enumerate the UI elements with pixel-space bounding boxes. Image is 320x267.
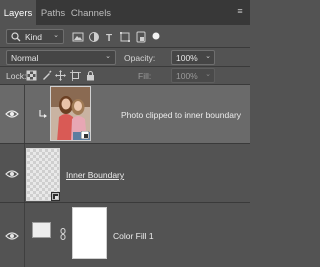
layer-mask-thumbnail[interactable] [72,207,107,259]
tab-layers[interactable]: Layers [0,0,36,25]
visibility-eye-icon[interactable] [5,231,19,241]
svg-text:T: T [106,33,112,43]
divider [0,66,250,67]
opacity-label: Opacity: [124,53,156,63]
layer-name[interactable]: Photo clipped to inner boundary [121,110,241,120]
layer-name[interactable]: Inner Boundary [66,170,124,180]
lock-image-pixels-icon[interactable] [41,70,52,81]
visibility-divider [24,144,25,203]
blend-mode-dropdown[interactable]: Normal ⌄ [6,50,116,65]
layer-row[interactable]: Photo clipped to inner boundary [0,85,250,144]
visibility-divider [24,85,25,144]
visibility-eye-icon[interactable] [5,169,19,179]
kind-filter-dropdown[interactable]: Kind ⌄ [6,29,64,44]
layer-name[interactable]: Color Fill 1 [113,231,154,241]
visibility-eye-icon[interactable] [5,109,19,119]
lock-artboard-icon[interactable] [70,70,81,81]
fill-value: 100% [176,71,198,81]
tab-channels[interactable]: Channels [70,0,112,25]
visibility-divider [24,203,25,267]
smart-object-filter-icon[interactable] [135,31,147,43]
lock-transparent-pixels-icon[interactable] [26,70,37,81]
divider [0,47,250,48]
chain-link-icon[interactable] [60,228,66,240]
type-filter-icon[interactable]: T [104,31,116,43]
panel-tab-bar: Layers Paths Channels ≡ [0,0,250,25]
chevron-down-icon: ⌄ [53,32,59,39]
tab-paths[interactable]: Paths [38,0,68,25]
opacity-field[interactable]: 100% ⌄ [171,50,215,65]
panel-menu-icon[interactable]: ≡ [235,6,245,16]
chevron-down-icon: ⌄ [205,53,211,60]
search-icon [11,32,21,42]
blend-mode-value: Normal [11,53,39,63]
opacity-value: 100% [176,53,198,63]
clipping-mask-arrow-icon [39,110,47,118]
layer-thumbnail-transparent [26,148,60,201]
layer-thumbnail-photo [50,86,91,141]
fill-field[interactable]: 100% ⌄ [171,68,215,83]
lock-all-icon[interactable] [85,70,96,81]
smart-object-badge-icon [81,131,89,139]
kind-filter-label: Kind [25,32,43,42]
lock-label: Lock: [6,71,27,81]
filter-toggle-icon[interactable] [150,31,162,43]
color-fill-swatch[interactable] [32,222,51,238]
shape-filter-icon[interactable] [119,31,131,43]
image-filter-icon[interactable] [72,31,84,43]
adjustment-filter-icon[interactable] [88,31,100,43]
lock-position-icon[interactable] [55,70,66,81]
fill-label: Fill: [138,71,152,81]
smart-object-badge-icon [51,192,60,201]
chevron-down-icon: ⌄ [105,53,111,60]
chevron-down-icon: ⌄ [205,71,211,78]
